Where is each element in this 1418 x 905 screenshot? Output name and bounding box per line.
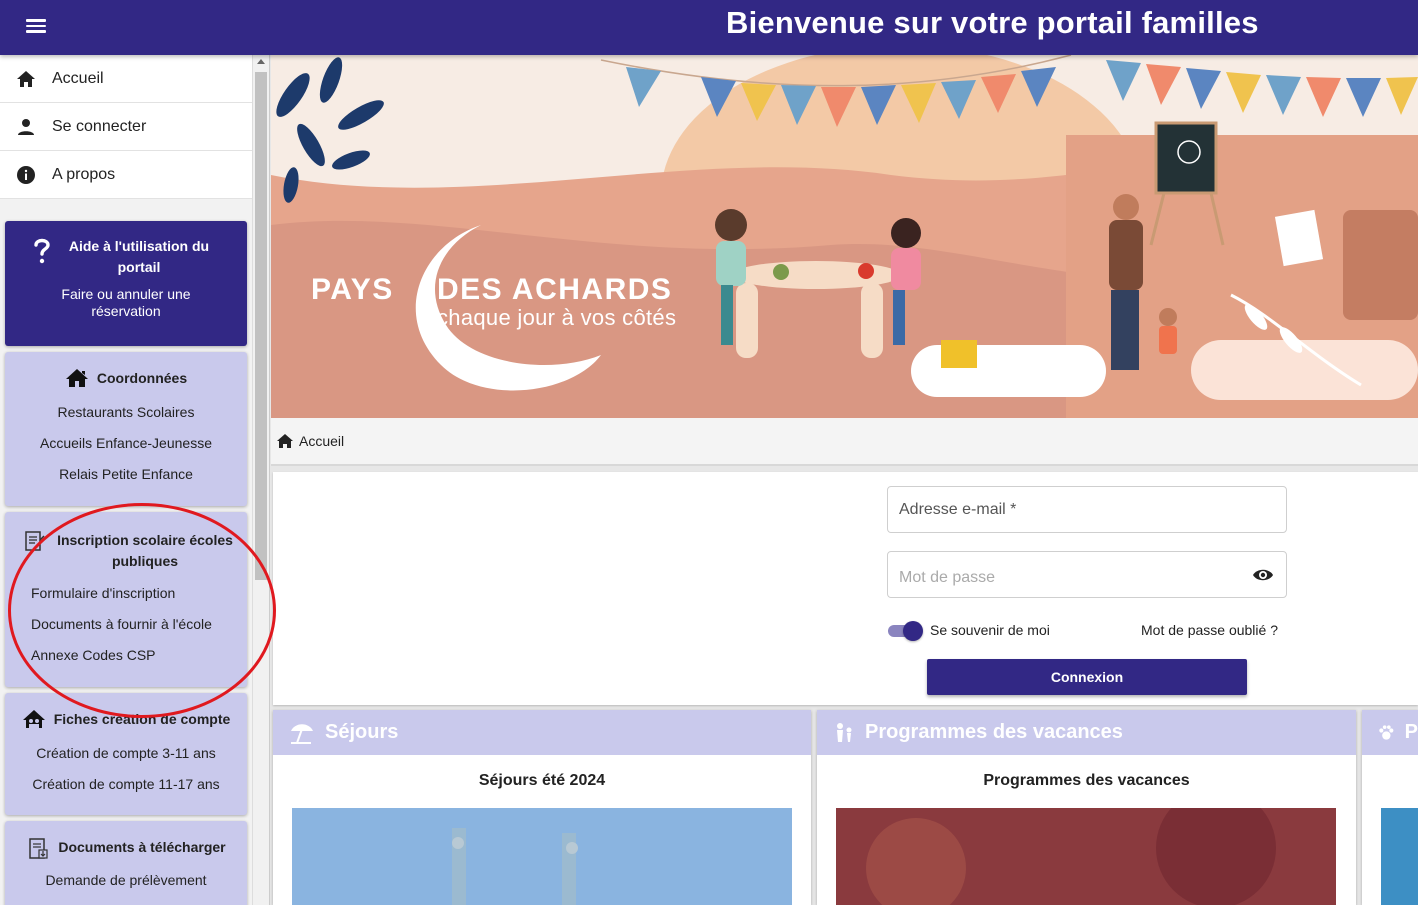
person-icon: [0, 118, 52, 136]
tile-sejours[interactable]: Séjours Séjours été 2024: [273, 710, 811, 905]
breadcrumb-accueil[interactable]: Accueil: [299, 433, 344, 449]
documents-title: Documents à télécharger: [58, 839, 226, 855]
remember-me-label: Se souvenir de moi: [930, 622, 1050, 638]
sidebar-item-se-connecter[interactable]: Se connecter: [0, 103, 252, 151]
sidebar-item-label: Accueil: [52, 69, 104, 87]
family-house-icon: [22, 710, 45, 728]
partial-tile-image: [1381, 808, 1418, 905]
help-card[interactable]: Aide à l'utilisation du portail Faire ou…: [5, 221, 247, 346]
sidebar-menu: Accueil Se connecter A propos: [0, 55, 252, 199]
tile-subtitle: Séjours été 2024: [478, 772, 606, 789]
help-card-subtitle: Faire ou annuler une réservation: [61, 286, 191, 319]
remember-me-toggle[interactable]: [887, 621, 923, 641]
tile-title: P: [1404, 721, 1418, 743]
link-creation-compte-3-11[interactable]: Création de compte 3-11 ans: [5, 738, 247, 769]
link-creation-compte-11-17[interactable]: Création de compte 11-17 ans: [5, 769, 247, 800]
fiches-title: Fiches création de compte: [53, 711, 231, 727]
inscription-title: Inscription scolaire écoles publiques: [57, 532, 233, 569]
banner-illustration: [271, 55, 1418, 418]
home-icon: [0, 70, 52, 88]
sejours-image: [292, 808, 792, 905]
brand-des-achards: DES ACHARDS: [437, 273, 673, 306]
beach-umbrella-icon: [291, 723, 313, 744]
login-button[interactable]: Connexion: [927, 659, 1247, 695]
hero-banner: PAYS DES ACHARDS chaque jour à vos côtés: [271, 55, 1418, 418]
link-annexe-codes-csp[interactable]: Annexe Codes CSP: [5, 640, 247, 671]
link-restaurants-scolaires[interactable]: Restaurants Scolaires: [5, 397, 247, 428]
sidebar: Accueil Se connecter A propos Aide à l'u…: [0, 55, 270, 905]
brand-tagline: chaque jour à vos côtés: [437, 305, 677, 330]
document-icon: [25, 531, 45, 551]
link-formulaire-inscription[interactable]: Formulaire d'inscription: [5, 578, 247, 609]
sidebar-scrollbar[interactable]: [252, 55, 269, 905]
programmes-image: [836, 808, 1336, 905]
tile-header: Programmes des vacances: [817, 710, 1356, 755]
tile-subtitle: Programmes des vacances: [983, 772, 1190, 789]
sidebar-item-label: Se connecter: [52, 117, 147, 135]
inscription-card: Inscription scolaire écoles publiques Fo…: [5, 512, 247, 687]
eye-icon[interactable]: [1252, 567, 1274, 583]
paw-icon: [1379, 724, 1394, 740]
coordonnees-title: Coordonnées: [96, 370, 188, 386]
help-card-title: Aide à l'utilisation du portail: [68, 238, 210, 275]
breadcrumb: Accueil: [271, 418, 1418, 466]
coordonnees-card: Coordonnées Restaurants Scolaires Accuei…: [5, 352, 247, 506]
tile-title: Séjours: [325, 721, 399, 743]
tile-header: Séjours: [273, 710, 811, 755]
tile-partial[interactable]: P: [1362, 710, 1418, 905]
kids-activity-icon: [837, 722, 852, 742]
fiches-header: Fiches création de compte: [5, 709, 247, 730]
info-icon: [0, 165, 52, 185]
fiches-card: Fiches création de compte Création de co…: [5, 693, 247, 815]
link-accueils-enfance-jeunesse[interactable]: Accueils Enfance-Jeunesse: [5, 428, 247, 459]
forgot-password-link[interactable]: Mot de passe oublié ?: [1141, 622, 1278, 638]
login-panel: Se souvenir de moi Mot de passe oublié ?…: [273, 472, 1418, 705]
help-card-header: Aide à l'utilisation du portail: [5, 236, 247, 278]
sidebar-item-a-propos[interactable]: A propos: [0, 151, 252, 199]
link-demande-prelevement[interactable]: Demande de prélèvement: [5, 865, 247, 896]
brand-pays: PAYS: [311, 273, 394, 306]
password-input[interactable]: [888, 552, 1286, 597]
sidebar-scroll-thumb[interactable]: [255, 72, 267, 580]
link-relais-petite-enfance[interactable]: Relais Petite Enfance: [5, 459, 247, 490]
email-input[interactable]: [888, 487, 1286, 532]
inscription-header: Inscription scolaire écoles publiques: [5, 530, 247, 572]
sidebar-item-label: A propos: [52, 165, 116, 183]
top-app-bar: Bienvenue sur votre portail familles: [0, 0, 1418, 55]
home-icon[interactable]: [277, 434, 293, 448]
page-title: Bienvenue sur votre portail familles: [726, 5, 1259, 40]
link-documents-ecole[interactable]: Documents à fournir à l'école: [5, 609, 247, 640]
scroll-up-arrow-icon[interactable]: [257, 59, 265, 64]
password-field[interactable]: [887, 551, 1287, 598]
coordonnees-header: Coordonnées: [5, 368, 247, 389]
question-icon: [34, 238, 50, 264]
download-document-icon: [29, 838, 48, 859]
documents-card: Documents à télécharger Demande de prélè…: [5, 821, 247, 905]
hamburger-icon[interactable]: [24, 15, 48, 39]
email-field[interactable]: [887, 486, 1287, 533]
house-icon: [65, 369, 88, 387]
documents-header: Documents à télécharger: [5, 837, 247, 861]
tile-title: Programmes des vacances: [865, 721, 1123, 743]
sidebar-item-accueil[interactable]: Accueil: [0, 55, 252, 103]
tile-programmes-vacances[interactable]: Programmes des vacances Programmes des v…: [817, 710, 1356, 905]
tile-header: P: [1362, 710, 1418, 755]
